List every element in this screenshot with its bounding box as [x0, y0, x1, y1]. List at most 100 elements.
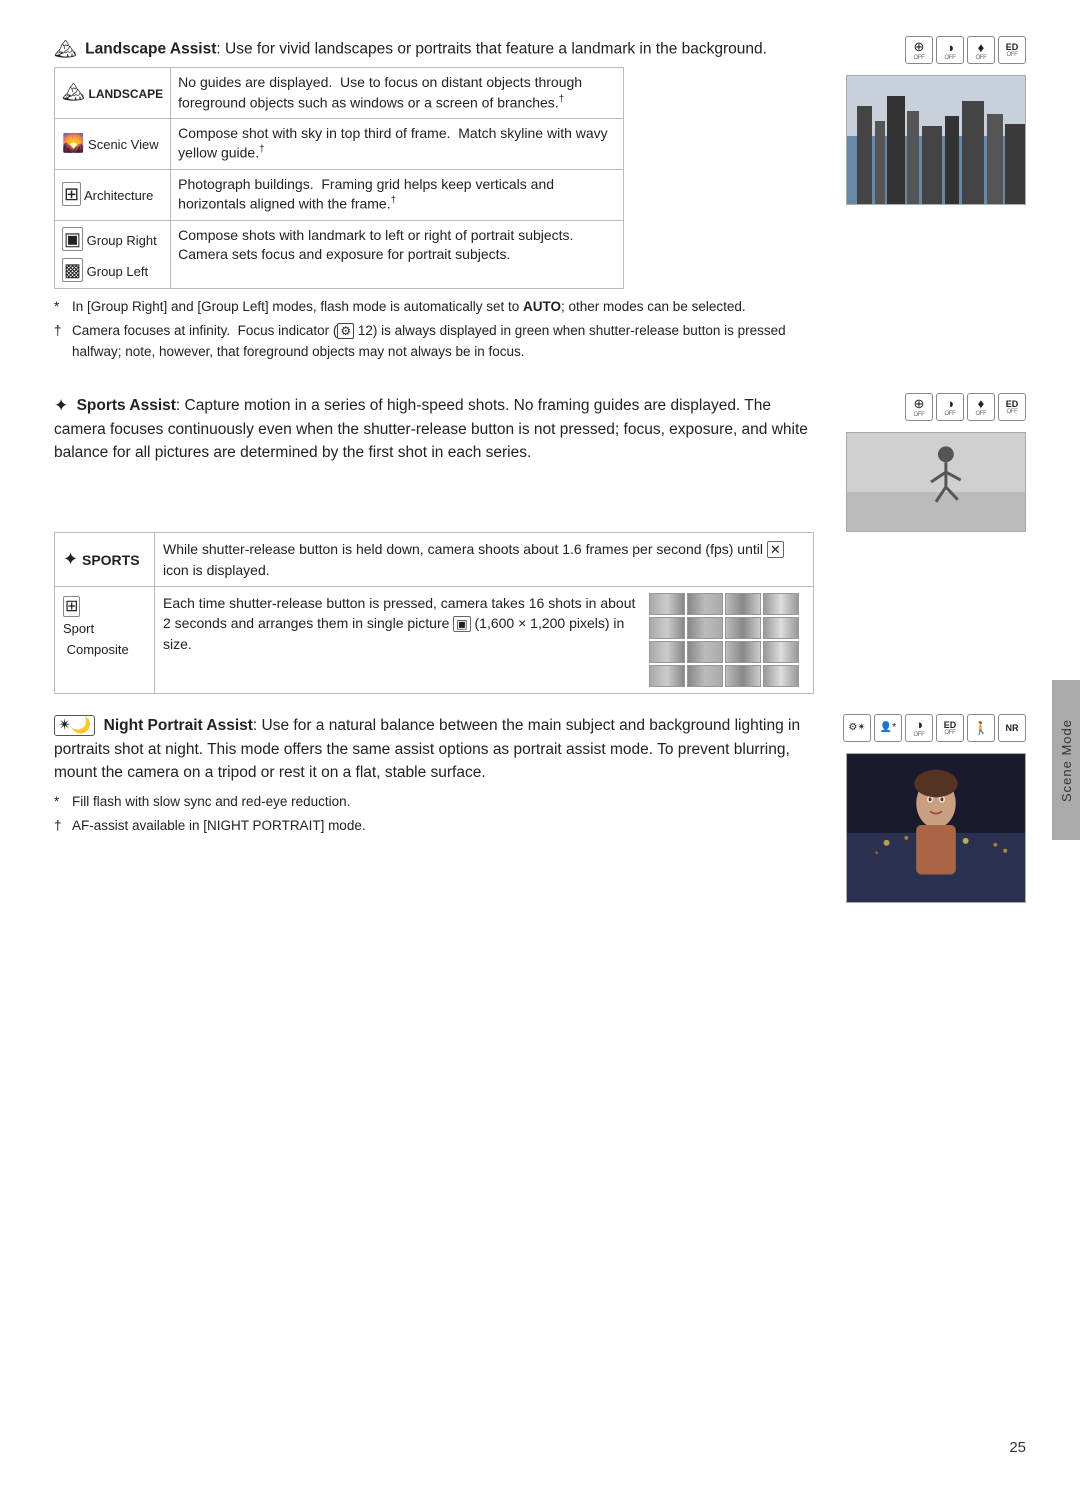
composite-mini-1 [649, 593, 685, 615]
page-number: 25 [1009, 1439, 1026, 1456]
sports-strip-icon-1-symbol: ⊕ [914, 396, 925, 412]
composite-mini-10 [687, 641, 723, 663]
sports-row-desc: While shutter-release button is held dow… [155, 532, 814, 586]
focus-indicator-icon: ⚙ [337, 323, 354, 339]
sports-row-icon: ✦ [63, 549, 78, 569]
scenic-row-label: Scenic View [88, 137, 159, 152]
sports-strip-icon-4-sub: OFF [1006, 409, 1017, 415]
sports-icons-strip: ⊕ OFF ◑ OFF ♦ OFF ED OFF [905, 393, 1026, 421]
sports-row-label: SPORTS [82, 552, 140, 568]
night-strip-icon-4: ED OFF [936, 714, 964, 742]
table-row: ✦ SPORTS While shutter-release button is… [55, 532, 814, 586]
sports-section: ✦ Sports Assist: Capture motion in a ser… [54, 393, 1026, 694]
landscape-icons-strip: ⊕ OFF ◑ OFF ♦ OFF ED OFF [905, 36, 1026, 64]
arch-row-desc: Photograph buildings. Framing grid helps… [171, 169, 624, 220]
night-note-1: * Fill flash with slow sync and red-eye … [54, 792, 823, 813]
landscape-note-1: * In [Group Right] and [Group Left] mode… [54, 297, 823, 318]
note-text-1: In [Group Right] and [Group Left] modes,… [72, 297, 746, 318]
composite-mini-3 [725, 593, 761, 615]
composite-mini-11 [725, 641, 761, 663]
arch-row-label: Architecture [84, 188, 153, 203]
composite-mini-9 [649, 641, 685, 663]
composite-icon-inline: ▣ [453, 616, 470, 632]
night-si-1: ⚙✴ [848, 722, 865, 733]
composite-row-desc-cell: Each time shutter-release button is pres… [155, 586, 814, 693]
groupleft-icon: ▩ [62, 258, 83, 282]
sports-strip-icon-2: ◑ OFF [936, 393, 964, 421]
strip-icon-2-symbol: ◑ [946, 40, 954, 55]
composite-mini-13 [649, 665, 685, 687]
landscape-title-rest: : Use for vivid landscapes or portraits … [216, 41, 767, 58]
note-star-1: * [54, 297, 68, 318]
landscape-row-desc: No guides are displayed. Use to focus on… [171, 68, 624, 119]
composite-mini-16 [763, 665, 799, 687]
night-text-col: ✴🌙 Night Portrait Assist: Use for a natu… [54, 714, 823, 843]
table-row: 🏔 LANDSCAPE No guides are displayed. Use… [55, 68, 624, 119]
composite-row-label: Sport Composite [63, 621, 129, 657]
groupleft-label-row: ▩ Group Left [62, 258, 163, 283]
sports-strip-icon-1-sub: OFF [913, 412, 924, 418]
landscape-icon: 🏔 [54, 39, 77, 59]
night-si-4: ED [944, 720, 957, 730]
composite-mini-15 [725, 665, 761, 687]
strip-icon-1: ⊕ OFF [905, 36, 933, 64]
composite-desc-text: Each time shutter-release button is pres… [163, 593, 637, 654]
landscape-table: 🏔 LANDSCAPE No guides are displayed. Use… [54, 67, 624, 289]
arch-row-icon-cell: ⊞ Architecture [55, 169, 171, 220]
composite-mini-14 [687, 665, 723, 687]
sports-title-bold: Sports Assist [77, 397, 176, 414]
strip-icon-2-sub: OFF [944, 55, 955, 61]
composite-mini-4 [763, 593, 799, 615]
sports-strip-icon-4: ED OFF [998, 393, 1026, 421]
composite-inner: Each time shutter-release button is pres… [163, 593, 805, 687]
night-si-6: NR [1006, 723, 1019, 733]
table-row: ⊞ Architecture Photograph buildings. Fra… [55, 169, 624, 220]
strip-icon-3-sub: OFF [975, 55, 986, 61]
night-si-2: 👤* [880, 722, 896, 733]
night-title-bold: Night Portrait Assist [104, 717, 253, 734]
sports-row-icon-cell: ✦ SPORTS [55, 532, 155, 586]
night-star-2: † [54, 816, 68, 837]
sports-desc-row: ✦ Sports Assist: Capture motion in a ser… [54, 393, 1026, 532]
sports-strip-icon-3-sub: OFF [975, 411, 986, 417]
night-right-col: ⚙✴ 👤* ◑ OFF ED OFF 🚶 [841, 714, 1026, 903]
group-row-desc: Compose shots with landmark to left or r… [171, 220, 624, 288]
night-strip-icon-1: ⚙✴ [843, 714, 871, 742]
strip-icon-1-sub: OFF [913, 55, 924, 61]
night-title: ✴🌙 Night Portrait Assist: Use for a natu… [54, 714, 823, 785]
night-note-text-1: Fill flash with slow sync and red-eye re… [72, 792, 350, 813]
night-notes: * Fill flash with slow sync and red-eye … [54, 792, 823, 837]
scenic-row-icon: 🌄 [62, 133, 84, 153]
strip-icon-2: ◑ OFF [936, 36, 964, 64]
landscape-title: 🏔 Landscape Assist: Use for vivid landsc… [54, 36, 823, 63]
sports-photo [846, 432, 1026, 532]
sports-title: ✦ Sports Assist: Capture motion in a ser… [54, 393, 823, 465]
composite-mini-8 [763, 617, 799, 639]
strip-icon-4-sub: OFF [1006, 52, 1017, 58]
strip-icon-3: ♦ OFF [967, 36, 995, 64]
sports-strip-icon-2-sub: OFF [944, 411, 955, 417]
landscape-photo-bg [847, 76, 1025, 204]
city-svg [847, 76, 1026, 205]
strip-icon-1-symbol: ⊕ [914, 39, 925, 55]
night-photo [846, 753, 1026, 903]
scene-mode-tab: Scene Mode [1052, 680, 1080, 840]
sports-text-col: ✦ Sports Assist: Capture motion in a ser… [54, 393, 823, 469]
note-text-2: Camera focuses at infinity. Focus indica… [72, 321, 823, 363]
sports-strip-icon-3: ♦ OFF [967, 393, 995, 421]
scenic-row-desc: Compose shot with sky in top third of fr… [171, 118, 624, 169]
composite-photo-strip [649, 593, 805, 687]
landscape-section: 🏔 Landscape Assist: Use for vivid landsc… [54, 36, 1026, 369]
landscape-right-col: ⊕ OFF ◑ OFF ♦ OFF ED OFF [841, 36, 1026, 205]
landscape-photo [846, 75, 1026, 205]
composite-mini-5 [649, 617, 685, 639]
sports-right-col: ⊕ OFF ◑ OFF ♦ OFF ED OFF [841, 393, 1026, 532]
night-desc-row: ✴🌙 Night Portrait Assist: Use for a natu… [54, 714, 1026, 903]
arch-row-icon: ⊞ [62, 182, 81, 206]
composite-mini-7 [725, 617, 761, 639]
landscape-row-icon-cell: 🏔 LANDSCAPE [55, 68, 171, 119]
night-si-4-sub: OFF [944, 730, 955, 736]
night-si-5: 🚶 [974, 721, 989, 735]
composite-mini-12 [763, 641, 799, 663]
sports-strip-icon-4-symbol: ED [1006, 399, 1019, 409]
